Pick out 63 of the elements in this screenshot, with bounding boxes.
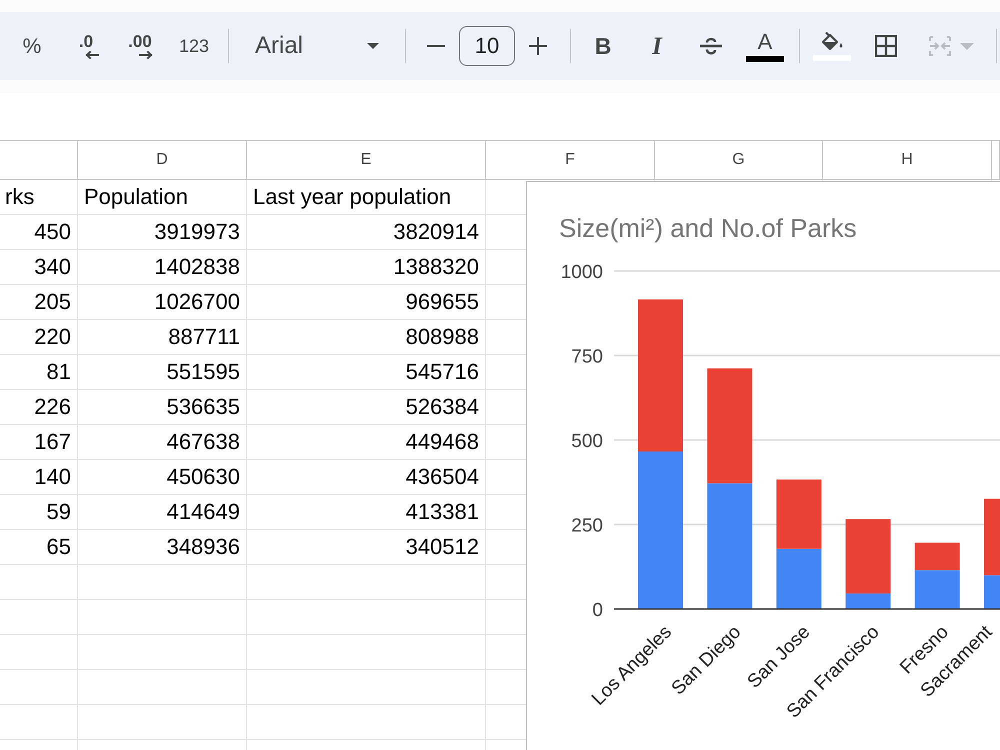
percent-button[interactable]: % <box>12 26 52 66</box>
table-cell: 1026700 <box>78 285 247 320</box>
table-cell: 140 <box>0 460 78 495</box>
table-cell: 340512 <box>247 530 486 565</box>
table-cell: 205 <box>0 285 78 320</box>
table-cell: 1388320 <box>247 250 486 285</box>
column-header[interactable]: E <box>247 141 486 180</box>
table-cell: 969655 <box>247 285 486 320</box>
axis-tick-label: 750 <box>571 346 603 368</box>
table-cell: Population <box>78 180 247 215</box>
table-cell: 3820914 <box>247 215 486 250</box>
font-dropdown[interactable]: Arial <box>241 26 391 66</box>
left-arrow-icon <box>85 51 99 59</box>
table-cell: rks <box>0 180 78 215</box>
column-header[interactable]: F <box>486 141 655 180</box>
table-cell: 340 <box>0 250 78 285</box>
axis-tick-label: 1000 <box>560 262 603 283</box>
caret-icon <box>367 43 379 49</box>
table-cell: 414649 <box>78 495 247 530</box>
paint-bucket-icon <box>820 32 844 52</box>
italic-button[interactable]: I <box>637 26 677 66</box>
table-cell: 413381 <box>247 495 486 530</box>
table-cell: 220 <box>0 320 78 355</box>
table-cell: 887711 <box>78 320 247 355</box>
table-cell: 226 <box>0 390 78 425</box>
table-cell: 59 <box>0 495 78 530</box>
table-cell: 436504 <box>247 460 486 495</box>
bold-button[interactable]: B <box>583 26 623 66</box>
font-size-field[interactable]: 10 <box>459 26 515 66</box>
table-cell: 450 <box>0 215 78 250</box>
table-cell: 81 <box>0 355 78 390</box>
axis-tick-label: 250 <box>571 516 603 536</box>
minus-icon <box>427 45 445 47</box>
table-cell: 1402838 <box>78 250 247 285</box>
table-cell: 808988 <box>247 320 486 355</box>
table-cell: 526384 <box>247 390 486 425</box>
column-header[interactable]: G <box>655 141 823 180</box>
table-cell: 450630 <box>78 460 247 495</box>
merge-icon <box>928 35 952 57</box>
column-header[interactable]: H <box>823 141 992 180</box>
table-cell: 536635 <box>78 390 247 425</box>
table-cell: 551595 <box>78 355 247 390</box>
caret-icon <box>960 42 974 50</box>
table-cell: 467638 <box>78 425 247 460</box>
decrease-decimal-button[interactable]: .0 <box>66 26 106 66</box>
axis-tick-label: 0 <box>592 600 603 621</box>
strikethrough-icon <box>699 36 723 56</box>
table-cell: 348936 <box>78 530 247 565</box>
text-color-button[interactable]: A <box>745 26 785 66</box>
table-cell: 449468 <box>247 425 486 460</box>
table-cell: Last year population <box>247 180 486 215</box>
table-cell: 167 <box>0 425 78 460</box>
axis-tick-label: 500 <box>571 431 603 452</box>
grid-icon <box>875 35 897 57</box>
table-cell: 65 <box>0 530 78 565</box>
number-format-button[interactable]: 123 <box>174 26 214 66</box>
chart-title: Size(mi²) and No.of Parks <box>559 213 857 243</box>
increase-decimal-button[interactable]: .00 <box>120 26 160 66</box>
table-cell: 545716 <box>247 355 486 390</box>
column-header[interactable]: D <box>78 141 247 180</box>
table-cell: 3919973 <box>78 215 247 250</box>
right-arrow-icon <box>139 51 153 59</box>
plus-icon <box>529 37 547 55</box>
